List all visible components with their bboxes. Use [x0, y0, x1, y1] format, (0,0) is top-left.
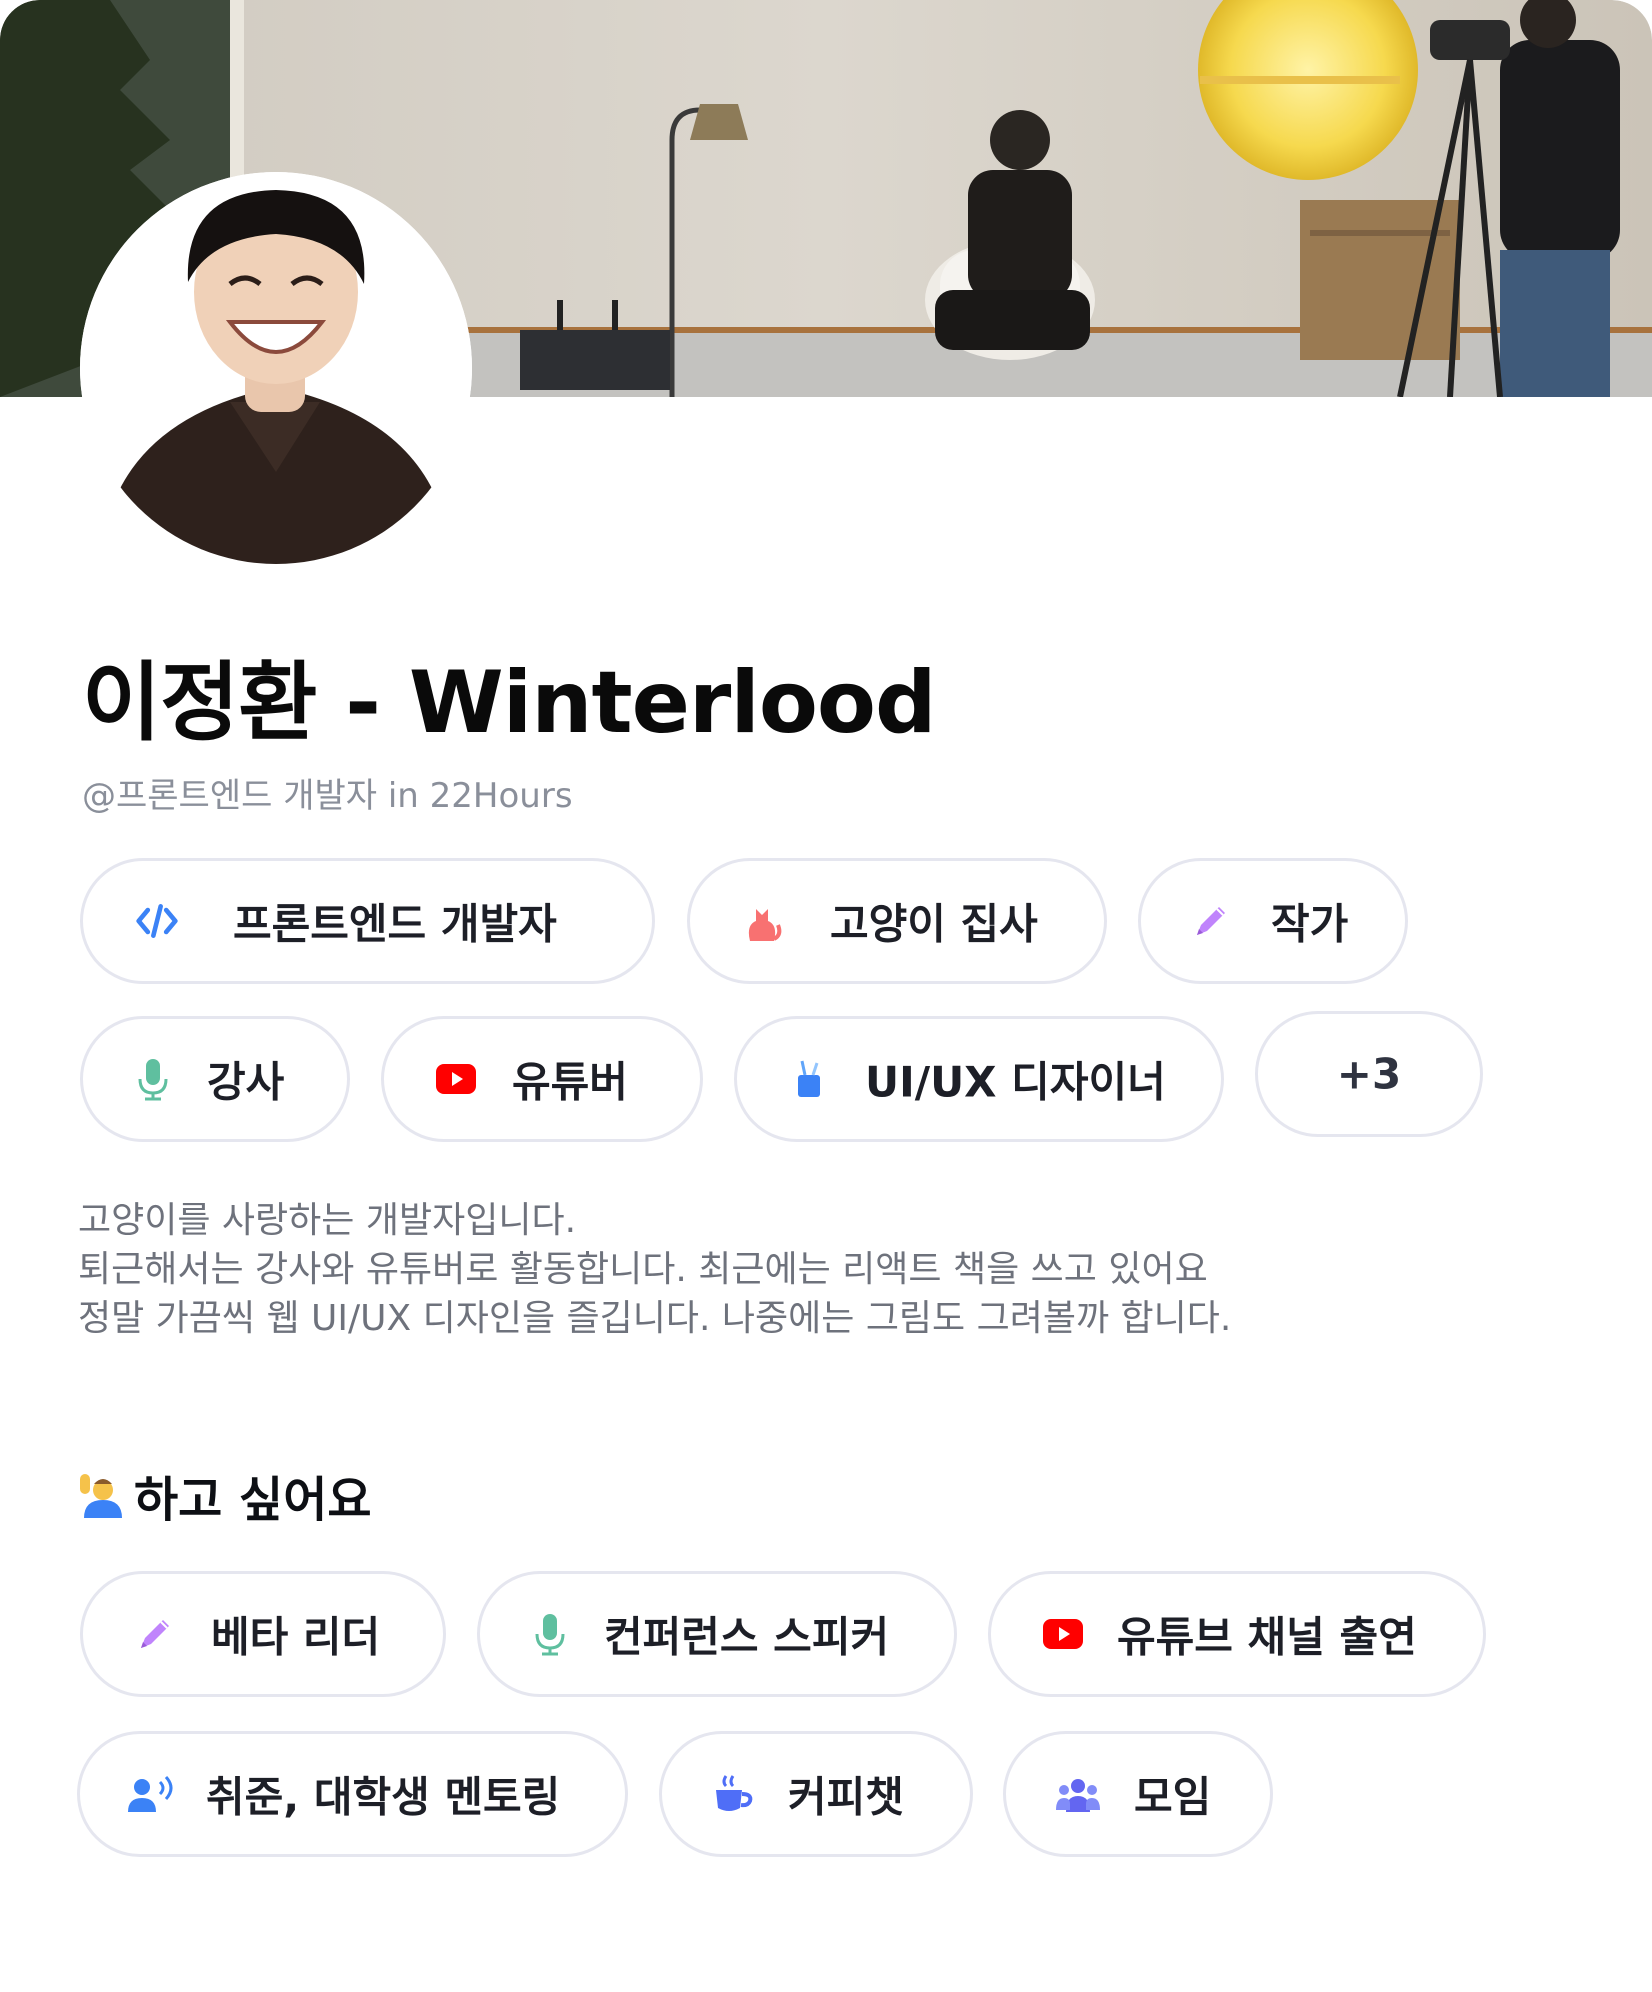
- pen-icon: [1189, 899, 1233, 943]
- want-chip-conference-speaker[interactable]: 컨퍼런스 스피커: [477, 1571, 957, 1697]
- profile-handle: @프론트엔드 개발자 in 22Hours: [82, 776, 573, 816]
- want-chip-coffee-chat[interactable]: 커피챗: [659, 1731, 973, 1857]
- want-chip-beta-reader[interactable]: 베타 리더: [80, 1571, 446, 1697]
- role-chip-label: 작가: [1271, 899, 1349, 949]
- want-title-label: 하고 싶어요: [134, 1472, 372, 1528]
- youtube-icon: [434, 1057, 478, 1101]
- youtube-icon: [1041, 1612, 1085, 1656]
- want-chip-meetup[interactable]: 모임: [1003, 1731, 1273, 1857]
- bio-line: 정말 가끔씩 웹 UI/UX 디자인을 즐깁니다. 나중에는 그림도 그려볼까 …: [78, 1298, 1232, 1339]
- want-chip-label: 베타 리더: [211, 1612, 381, 1662]
- want-chip-label: 커피챗: [788, 1772, 904, 1822]
- want-chip-mentoring[interactable]: 취준, 대학생 멘토링: [77, 1731, 628, 1857]
- role-chip-cat[interactable]: 고양이 집사: [687, 858, 1107, 984]
- role-chip-label: 프론트엔드 개발자: [233, 899, 557, 949]
- cat-icon: [740, 899, 784, 943]
- pen-icon: [133, 1612, 177, 1656]
- role-chip-label: 강사: [207, 1057, 285, 1107]
- microphone-icon: [131, 1057, 175, 1101]
- role-chip-frontend[interactable]: 프론트엔드 개발자: [80, 858, 655, 984]
- want-chip-youtube-appearance[interactable]: 유튜브 채널 출연: [988, 1571, 1486, 1697]
- code-icon: [135, 899, 179, 943]
- role-chip-uiux[interactable]: UI/UX 디자이너: [734, 1016, 1224, 1142]
- want-chip-label: 모임: [1134, 1772, 1212, 1822]
- microphone-icon: [528, 1612, 572, 1656]
- bio: 고양이를 사랑하는 개발자입니다. 퇴근해서는 강사와 유튜버로 활동합니다. …: [78, 1196, 1558, 1343]
- raising-hand-icon: [76, 1472, 122, 1518]
- role-chip-youtuber[interactable]: 유튜버: [381, 1016, 703, 1142]
- brush-cup-icon: [787, 1057, 831, 1101]
- role-chip-lecturer[interactable]: 강사: [80, 1016, 350, 1142]
- bio-line: 고양이를 사랑하는 개발자입니다.: [78, 1200, 577, 1241]
- profile-name: 이정환 - Winterlood: [82, 653, 937, 753]
- speaking-person-icon: [128, 1772, 180, 1816]
- want-chip-label: 컨퍼런스 스피커: [604, 1612, 890, 1662]
- group-icon: [1056, 1772, 1100, 1816]
- bio-line: 퇴근해서는 강사와 유튜버로 활동합니다. 최근에는 리액트 책을 쓰고 있어요: [78, 1249, 1208, 1290]
- more-roles-button[interactable]: +3: [1255, 1011, 1483, 1137]
- coffee-icon: [712, 1772, 756, 1816]
- want-section-title: 하고 싶어요: [76, 1460, 372, 1530]
- role-chip-label: 고양이 집사: [830, 899, 1038, 949]
- role-chip-label: UI/UX 디자이너: [865, 1057, 1166, 1107]
- want-chip-label: 유튜브 채널 출연: [1117, 1612, 1417, 1662]
- more-roles-label: +3: [1336, 1049, 1402, 1099]
- avatar: [80, 172, 472, 564]
- role-chip-writer[interactable]: 작가: [1138, 858, 1408, 984]
- want-chip-label: 취준, 대학생 멘토링: [206, 1772, 561, 1822]
- role-chip-label: 유튜버: [512, 1057, 628, 1107]
- profile-card: 이정환 - Winterlood @프론트엔드 개발자 in 22Hours 프…: [0, 0, 1652, 1992]
